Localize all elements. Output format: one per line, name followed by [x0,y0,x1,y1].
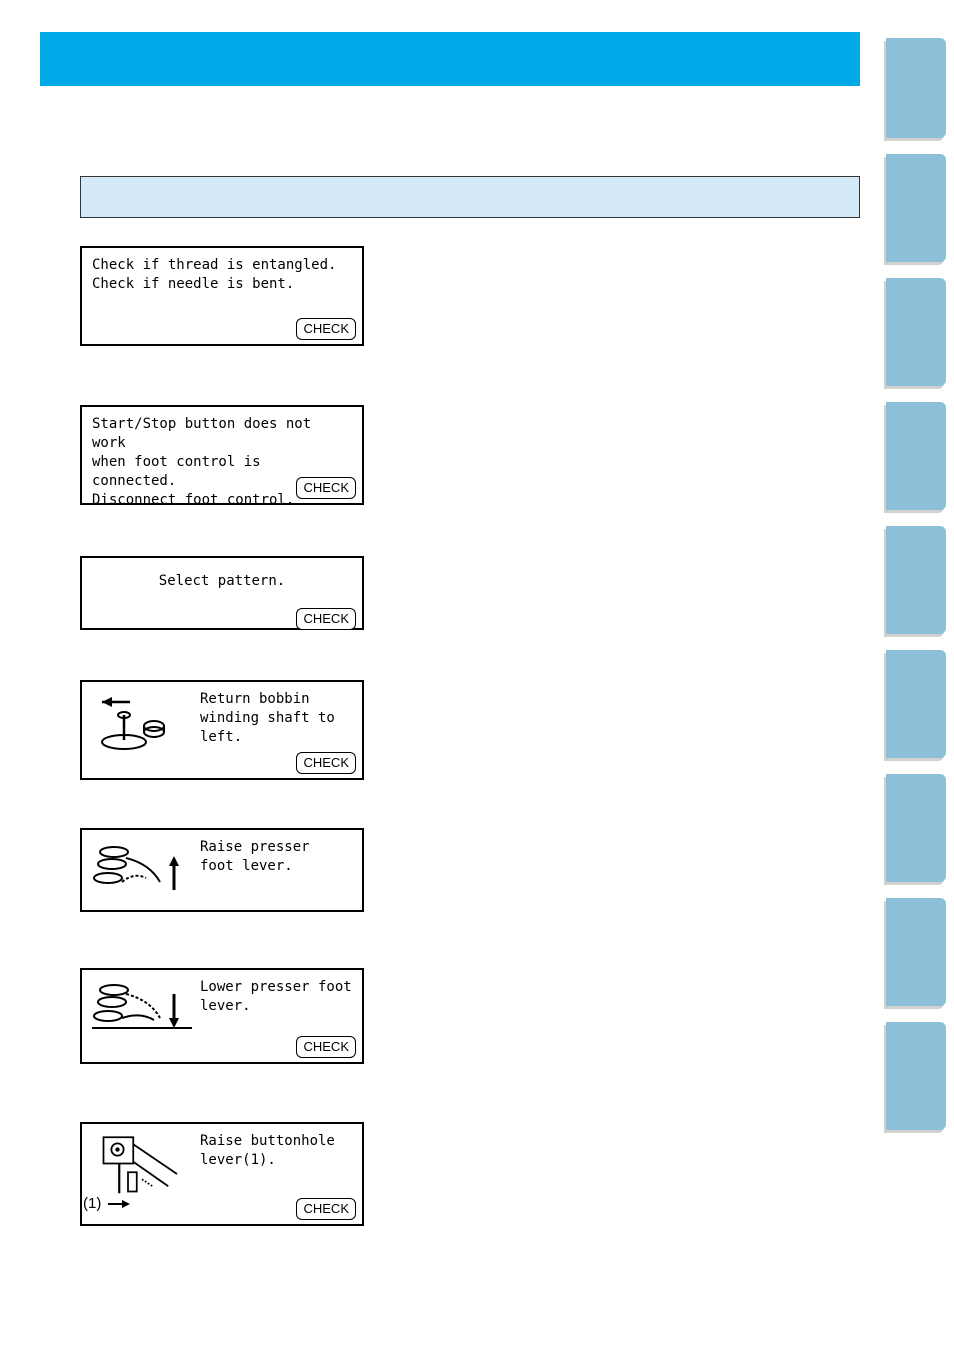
header-bar [40,32,860,86]
side-tab[interactable] [886,898,946,1006]
message-panel-bobbin: Return bobbin winding shaft to left. CHE… [80,680,364,780]
check-button[interactable]: CHECK [296,318,356,340]
check-button[interactable]: CHECK [296,752,356,774]
message-panel-raise-presser: Raise presser foot lever. [80,828,364,912]
message-line: lever(1). [200,1151,352,1170]
presser-foot-lower-illustration [92,978,192,1048]
side-tab[interactable] [886,526,946,634]
side-tab[interactable] [886,278,946,386]
side-tabs [886,38,946,1146]
check-button[interactable]: CHECK [296,608,356,630]
message-line: Check if thread is entangled. [92,256,352,275]
message-line: winding shaft to [200,709,352,728]
message-panel-lower-presser: Lower presser foot lever. CHECK [80,968,364,1064]
side-tab[interactable] [886,774,946,882]
side-tab[interactable] [886,1022,946,1130]
check-button[interactable]: CHECK [296,1036,356,1058]
side-tab[interactable] [886,38,946,138]
message-line: left. [200,728,352,747]
message-line: Return bobbin [200,690,352,709]
callout-label: (1) [83,1195,132,1212]
message-line: lever. [200,997,352,1016]
sub-header-bar [80,176,860,218]
message-line: Lower presser foot [200,978,352,997]
bobbin-illustration [92,690,192,760]
message-line: Check if needle is bent. [92,275,352,294]
message-line: Start/Stop button does not work [92,415,352,453]
message-line: Raise buttonhole [200,1132,352,1151]
message-panel-thread-needle: Check if thread is entangled. Check if n… [80,246,364,346]
side-tab[interactable] [886,154,946,262]
message-panel-foot-control: Start/Stop button does not work when foo… [80,405,364,505]
message-line: foot lever. [200,857,352,876]
message-line: Select pattern. [92,572,352,591]
presser-foot-raise-illustration [92,838,192,908]
check-button[interactable]: CHECK [296,477,356,499]
check-button[interactable]: CHECK [296,1198,356,1220]
message-line: Raise presser [200,838,352,857]
buttonhole-lever-illustration [92,1132,192,1202]
side-tab[interactable] [886,650,946,758]
message-panel-select-pattern: Select pattern. CHECK [80,556,364,630]
side-tab[interactable] [886,402,946,510]
